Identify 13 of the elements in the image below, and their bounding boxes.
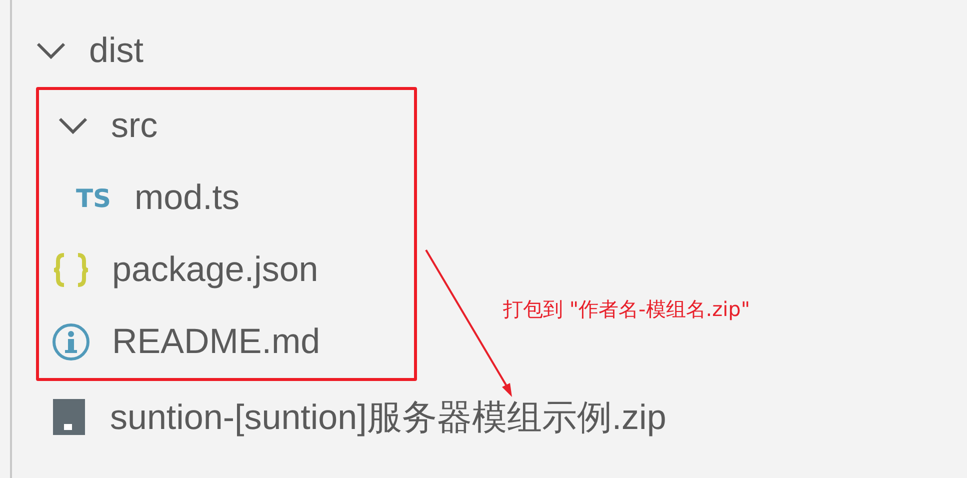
chevron-down-icon[interactable] [57, 116, 89, 136]
file-name[interactable]: mod.ts [134, 178, 240, 218]
info-icon [52, 323, 90, 361]
file-name[interactable]: suntion-[suntion]服务器模组示例.zip [110, 394, 666, 440]
braces-icon [52, 251, 90, 289]
typescript-icon: TS [74, 179, 112, 217]
folder-name[interactable]: dist [89, 31, 144, 71]
chevron-down-icon[interactable] [35, 41, 67, 61]
file-name[interactable]: README.md [112, 322, 320, 362]
annotation-text: 打包到 "作者名-模组名.zip" [503, 296, 750, 323]
folder-name[interactable]: src [111, 106, 158, 146]
archive-file-icon [50, 398, 88, 436]
file-name[interactable]: package.json [112, 250, 318, 290]
